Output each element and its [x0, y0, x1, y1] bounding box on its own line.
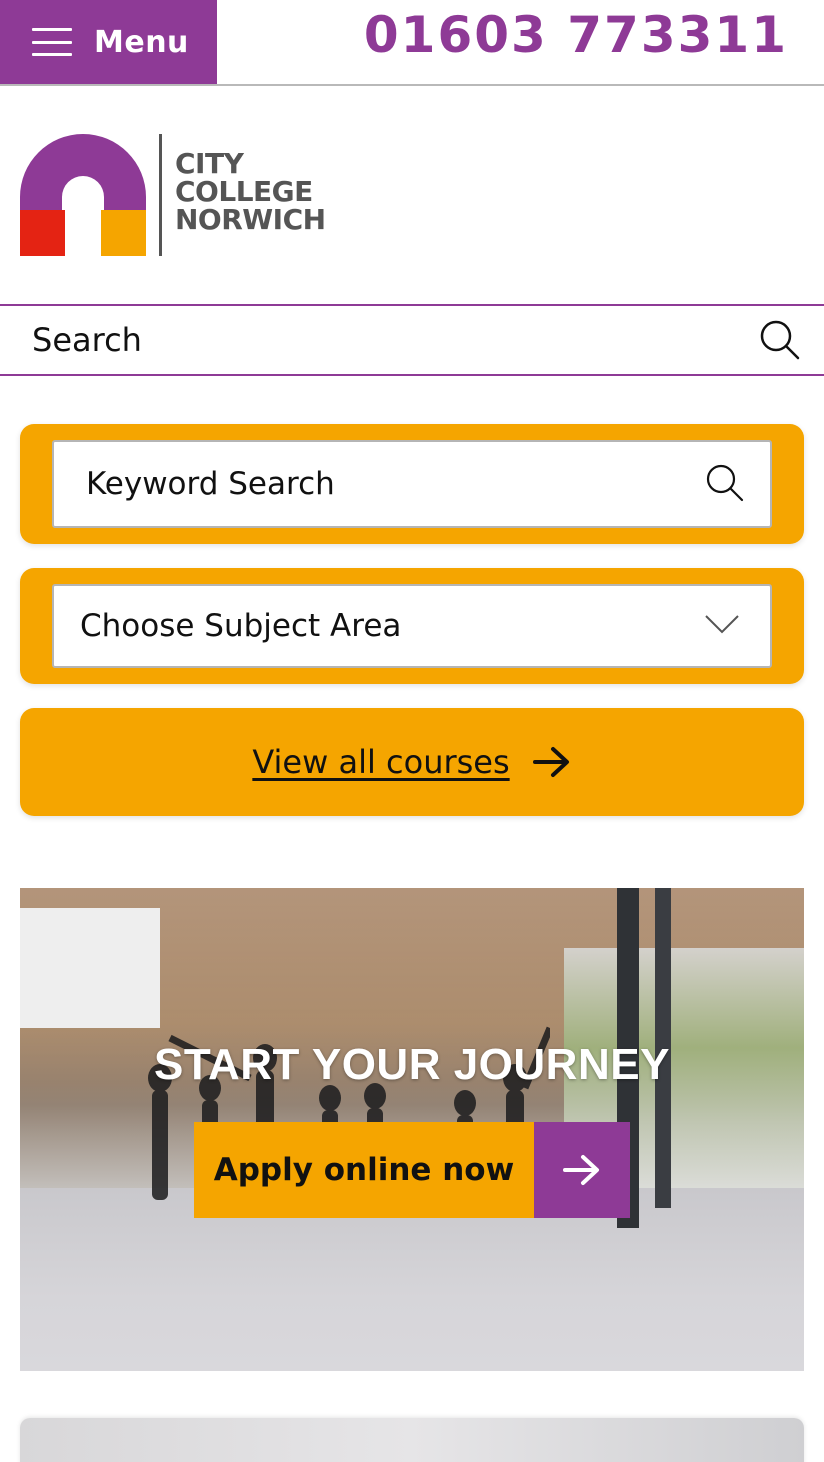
keyword-search-panel: Keyword Search [20, 424, 804, 544]
menu-button[interactable]: Menu [0, 0, 217, 84]
top-bar: Menu 01603 773311 [0, 0, 824, 86]
city-college-norwich-logo[interactable]: CITY COLLEGE NORWICH [20, 130, 330, 260]
phone-number-link[interactable]: 01603 773311 [364, 6, 788, 64]
subject-area-selected: Choose Subject Area [80, 608, 402, 644]
apply-online-button[interactable]: Apply online now [194, 1122, 630, 1218]
site-search-input[interactable]: Search [32, 321, 142, 359]
hero-title: START YOUR JOURNEY [154, 1040, 670, 1089]
hero-banner: START YOUR JOURNEY Apply online now [20, 888, 804, 1371]
view-all-courses-link[interactable]: View all courses [252, 743, 509, 781]
logo-line-city: CITY [175, 147, 244, 180]
next-content-card [20, 1418, 804, 1462]
hamburger-icon [32, 28, 72, 56]
subject-area-panel: Choose Subject Area [20, 568, 804, 684]
keyword-search-input[interactable]: Keyword Search [52, 440, 772, 528]
logo-wordmark: CITY COLLEGE NORWICH [175, 150, 326, 234]
logo-line-college: COLLEGE [175, 175, 313, 208]
logo-line-norwich: NORWICH [175, 203, 326, 236]
menu-label: Menu [94, 24, 189, 60]
view-all-courses-button[interactable]: View all courses [20, 708, 804, 816]
site-search-bar[interactable]: Search [0, 304, 824, 376]
apply-online-label[interactable]: Apply online now [194, 1122, 534, 1218]
search-icon[interactable] [704, 462, 746, 504]
keyword-search-placeholder: Keyword Search [86, 466, 335, 502]
subject-area-select[interactable]: Choose Subject Area [52, 584, 772, 668]
logo-mark-icon [20, 134, 146, 256]
arrow-right-icon [532, 747, 569, 777]
apply-arrow-button[interactable] [534, 1122, 630, 1218]
arrow-right-icon [563, 1155, 599, 1185]
search-icon[interactable] [758, 318, 802, 362]
chevron-down-icon [705, 615, 739, 634]
logo-divider [159, 134, 162, 256]
hero-projector-screen [20, 908, 160, 1028]
